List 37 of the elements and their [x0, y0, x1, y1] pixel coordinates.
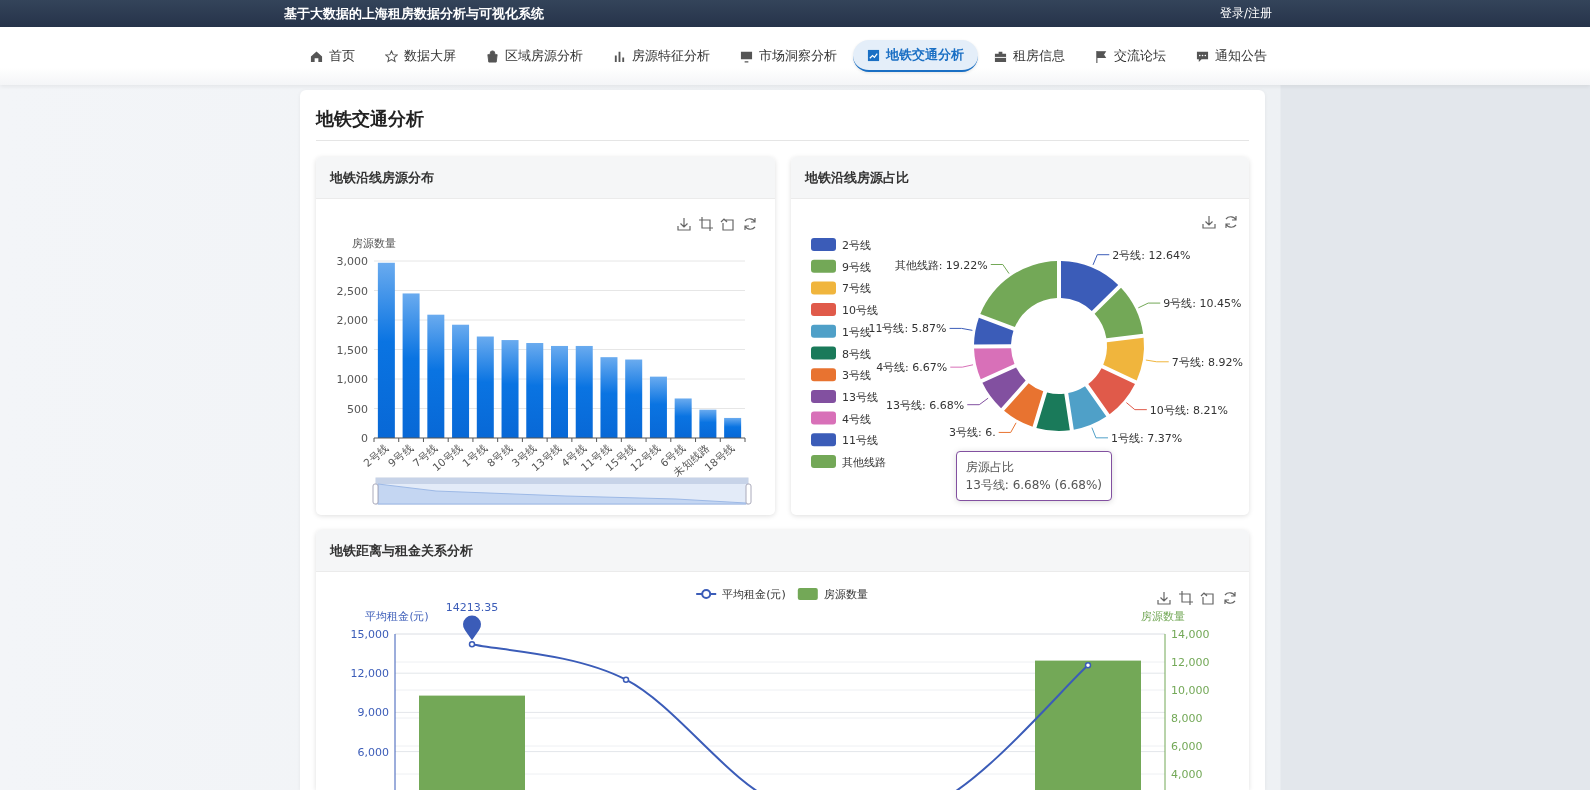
axis-label: 9,000	[357, 706, 389, 720]
axis-label: 14,000	[1171, 628, 1210, 641]
slice-label: 其他线路: 19.22%	[894, 258, 988, 272]
axis-label: 8,000	[1171, 712, 1203, 725]
card-title: 地铁距离与租金关系分析	[316, 530, 1249, 572]
slice-label: 4号线: 6.67%	[875, 361, 947, 375]
axis-title: 平均租金(元)	[365, 610, 429, 622]
slice-label: 13号线: 6.68%	[885, 398, 964, 412]
marker-label: 14213.35	[445, 601, 499, 615]
axis-label: 1,000	[336, 373, 368, 386]
axis-label: 4,000	[1171, 768, 1203, 781]
axis-label: 2,000	[336, 314, 368, 327]
axis-label: 12,000	[350, 667, 389, 681]
card-title: 地铁沿线房源占比	[790, 157, 1249, 199]
axis-title: 房源数量	[1141, 610, 1185, 622]
axis-label: 6,000	[1171, 740, 1203, 753]
tooltip-text: 13号线: 6.68% (6.68%)	[965, 477, 1103, 494]
slice-label: 9号线: 10.45%	[1162, 297, 1241, 311]
axis-label: 3,000	[336, 255, 368, 268]
axis-label: 15,000	[350, 628, 389, 641]
axis-label: 500	[347, 402, 368, 416]
slice-label: 3号线: 6.	[948, 426, 996, 440]
card-title: 地铁沿线房源分布	[316, 157, 775, 199]
axis-label: 1,500	[336, 343, 368, 357]
axis-title: 房源数量	[352, 237, 396, 249]
tooltip-title: 房源占比	[965, 459, 1015, 476]
page-title: 地铁交通分析	[316, 104, 1249, 141]
slice-label: 1号线: 7.37%	[1110, 431, 1182, 445]
axis-label: 6,000	[357, 745, 389, 759]
axis-label: 10,000	[1171, 684, 1210, 697]
axis-label: 0	[361, 432, 368, 445]
slice-label: 10号线: 8.21%	[1149, 403, 1228, 417]
slice-label: 7号线: 8.92%	[1171, 355, 1243, 369]
axis-label: 12,000	[1171, 656, 1210, 669]
app-title: 基于大数据的上海租房数据分析与可视化系统	[284, 4, 544, 23]
slice-label: 2号线: 12.64%	[1111, 248, 1190, 262]
axis-label: 2,500	[336, 284, 368, 298]
